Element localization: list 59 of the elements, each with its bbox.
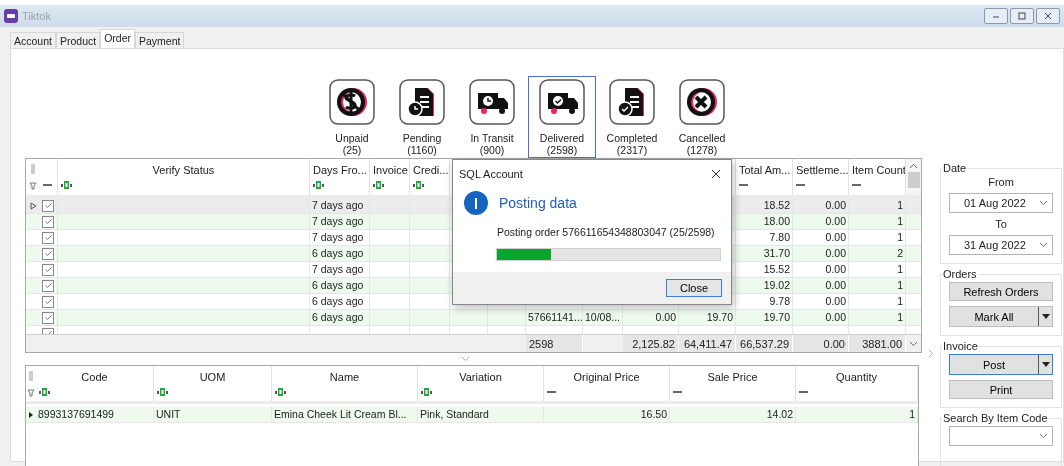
table-cell: 7 days ago	[312, 198, 364, 213]
table-cell: 1	[897, 278, 903, 293]
table-cell: 19.70	[763, 310, 790, 325]
table-cell: 15.52	[763, 262, 790, 277]
total-cell: 2,125.82	[632, 337, 675, 350]
table-cell: 16.50	[640, 407, 667, 422]
table-cell: 18.52	[763, 198, 790, 213]
table-cell: 18.00	[763, 214, 790, 229]
table-cell: 0.00	[825, 198, 846, 213]
table-cell: 0.00	[825, 294, 846, 309]
table-cell: 1	[897, 214, 903, 229]
table-cell: UNIT	[156, 407, 181, 422]
table-cell: 0.00	[825, 262, 846, 277]
field-label: From	[987, 176, 1015, 188]
table-cell: 0.00	[825, 246, 846, 261]
table-cell: 7.80	[769, 230, 790, 245]
total-cell: 2598	[529, 337, 554, 350]
group-title: Search By Item Code	[942, 412, 1049, 424]
table-cell: 1	[909, 407, 915, 422]
dialog-title: SQL Account	[459, 168, 523, 180]
window-title: Tiktok	[22, 10, 51, 22]
table-cell: Emina Cheek Lit Cream Bl...	[274, 407, 407, 422]
table-cell: 14.02	[766, 407, 793, 422]
table-cell: 1	[897, 310, 903, 325]
table-cell: 0.00	[655, 310, 676, 325]
group-title: Invoice	[942, 340, 979, 352]
table-cell: 8993137691499	[38, 407, 114, 422]
group-title: Orders	[942, 268, 978, 280]
total-cell: 64,411.47	[683, 337, 732, 350]
table-cell: 7 days ago	[312, 230, 364, 245]
table-cell: 0.00	[825, 230, 846, 245]
table-cell: 1	[897, 230, 903, 245]
table-cell: 0.00	[825, 278, 846, 293]
table-cell: 2	[897, 246, 903, 261]
dialog-heading: Posting data	[499, 195, 577, 211]
table-cell: 6 days ago	[312, 246, 364, 261]
table-cell: 1	[897, 294, 903, 309]
table-cell: 1	[897, 198, 903, 213]
table-cell: 31.70	[763, 246, 790, 261]
total-cell: 3881.00	[862, 337, 902, 350]
table-cell: 57661141...	[528, 310, 582, 325]
dialog-message: Posting order 576611654348803047 (25/2598)	[496, 225, 716, 238]
table-cell: 19.02	[763, 278, 790, 293]
table-cell: 6 days ago	[312, 310, 364, 325]
table-cell: 0.00	[825, 214, 846, 229]
group-title: Date	[942, 162, 968, 174]
table-cell: 1	[897, 262, 903, 277]
table-cell: 7 days ago	[312, 262, 364, 277]
table-cell: 9.78	[769, 294, 790, 309]
table-cell: 19.70	[706, 310, 733, 325]
table-cell: 0.00	[825, 310, 846, 325]
total-cell: 0.00	[823, 337, 845, 350]
table-cell: 6 days ago	[312, 294, 364, 309]
field-label: To	[994, 218, 1008, 230]
table-cell: 6 days ago	[312, 278, 364, 293]
total-cell: 66,537.29	[740, 337, 789, 350]
table-cell: 7 days ago	[312, 214, 364, 229]
table-cell: Pink, Standard	[420, 407, 489, 422]
table-cell: 10/08...	[585, 310, 621, 325]
